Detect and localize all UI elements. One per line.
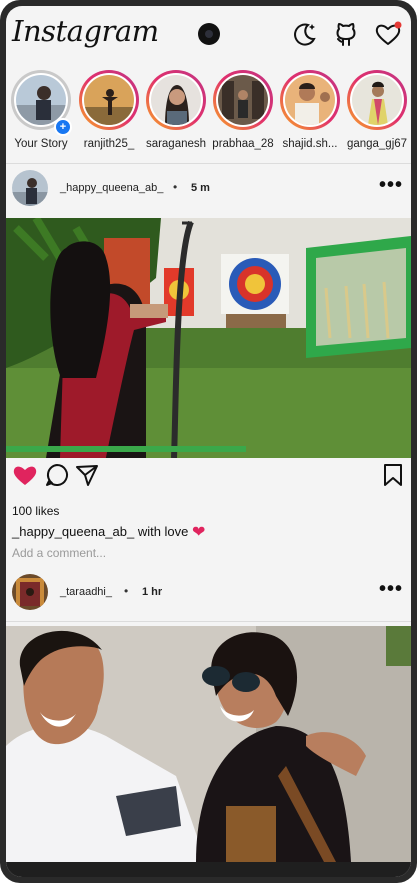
liked-heart-icon[interactable] bbox=[12, 462, 38, 488]
post-time: 5 m bbox=[191, 182, 210, 194]
story-name: saraganesh bbox=[145, 138, 207, 150]
story-name: Your Story bbox=[14, 138, 68, 150]
divider bbox=[6, 163, 411, 164]
add-story-icon[interactable]: + bbox=[54, 118, 72, 136]
separator-dot: • bbox=[173, 180, 178, 194]
post-avatar[interactable] bbox=[12, 574, 48, 610]
post-username[interactable]: _taraadhi_ bbox=[60, 586, 112, 598]
github-icon[interactable] bbox=[332, 20, 360, 48]
post-actions bbox=[6, 462, 411, 492]
story-avatar bbox=[151, 75, 201, 125]
story-avatar bbox=[16, 75, 66, 125]
share-icon[interactable] bbox=[74, 462, 100, 488]
post-image[interactable] bbox=[6, 218, 411, 458]
bookmark-icon[interactable] bbox=[382, 462, 404, 488]
caption-text: with love bbox=[137, 524, 189, 539]
caption-username[interactable]: _happy_queena_ab_ bbox=[12, 524, 134, 539]
story-name: prabhaa_28 bbox=[212, 138, 274, 150]
post-time: 1 hr bbox=[142, 586, 163, 598]
stories-tray: + Your Story ranjith25_ saraganesh prabh… bbox=[6, 68, 411, 160]
bottom-bezel bbox=[6, 862, 411, 877]
story-avatar bbox=[218, 75, 268, 125]
heart-emoji: ❤ bbox=[192, 524, 206, 541]
post-caption: _happy_queena_ab_ with love ❤ bbox=[12, 522, 205, 542]
more-options-icon[interactable]: ••• bbox=[379, 174, 403, 197]
separator-dot: • bbox=[124, 584, 129, 598]
more-options-icon[interactable]: ••• bbox=[379, 578, 403, 601]
story-avatar bbox=[84, 75, 134, 125]
story-name: ganga_gj67 bbox=[346, 138, 408, 150]
post-username[interactable]: _happy_queena_ab_ bbox=[60, 182, 163, 194]
post-avatar[interactable] bbox=[12, 170, 48, 206]
story-name: shajid.sh... bbox=[282, 138, 338, 150]
phone-frame: Instagram + Your Story ranjith25_ saraga… bbox=[0, 0, 417, 883]
story-avatar bbox=[352, 75, 402, 125]
heart-icon[interactable] bbox=[374, 20, 402, 48]
app-logo[interactable]: Instagram bbox=[12, 14, 159, 48]
front-camera bbox=[198, 23, 220, 45]
comment-icon[interactable] bbox=[44, 462, 70, 488]
story-name: ranjith25_ bbox=[83, 138, 135, 150]
post-header: _taraadhi_ • 1 hr ••• bbox=[6, 572, 411, 616]
moon-icon[interactable] bbox=[291, 20, 319, 48]
post-header: _happy_queena_ab_ • 5 m ••• bbox=[6, 168, 411, 212]
like-count[interactable]: 100 likes bbox=[12, 504, 59, 518]
app-screen: Instagram + Your Story ranjith25_ saraga… bbox=[6, 6, 411, 877]
add-comment-input[interactable]: Add a comment... bbox=[12, 546, 106, 560]
post-image[interactable] bbox=[6, 626, 411, 862]
story-avatar bbox=[285, 75, 335, 125]
top-bar: Instagram bbox=[6, 6, 411, 62]
divider bbox=[6, 621, 411, 622]
